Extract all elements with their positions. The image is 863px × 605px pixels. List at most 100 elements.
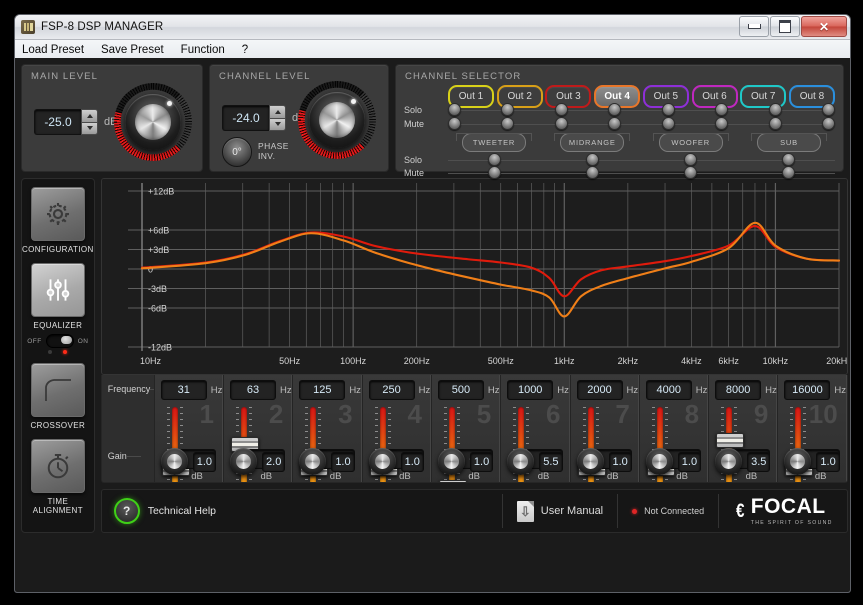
q-knob[interactable]	[230, 448, 258, 475]
q-value[interactable]: 1.0	[331, 451, 355, 472]
mute-button-out-7[interactable]	[768, 117, 782, 130]
mute-button-out-2[interactable]	[501, 117, 515, 130]
speaker-group-button-tweeter[interactable]: TWEETER	[462, 133, 526, 152]
minimize-button[interactable]	[739, 16, 769, 37]
q-control-9[interactable]: 3.5	[715, 448, 771, 475]
main-level-increment[interactable]	[81, 109, 98, 122]
q-knob[interactable]	[576, 448, 604, 475]
q-value[interactable]: 1.0	[816, 451, 840, 472]
time-alignment-button[interactable]	[30, 439, 85, 493]
menu-item-save-preset[interactable]: Save Preset	[101, 44, 164, 56]
q-value[interactable]: 3.5	[747, 451, 771, 472]
mute-button-out-3[interactable]	[554, 117, 568, 130]
q-knob[interactable]	[507, 448, 535, 475]
mute-button-midrange[interactable]	[585, 166, 599, 179]
menu-item-function[interactable]: Function	[181, 44, 225, 56]
frequency-value[interactable]: 125	[299, 380, 346, 400]
sidebar-item-crossover[interactable]: CROSSOVER	[30, 363, 85, 430]
q-control-8[interactable]: 1.0	[645, 448, 702, 475]
q-control-7[interactable]: 1.0	[576, 448, 632, 475]
q-control-1[interactable]: 1.0	[160, 448, 217, 475]
q-control-4[interactable]: 1.0	[368, 448, 424, 475]
frequency-value[interactable]: 4000	[645, 380, 692, 400]
frequency-control-7[interactable]: 2000 Hz	[576, 380, 638, 400]
solo-button-out-4[interactable]	[608, 103, 622, 116]
close-button[interactable]: ✕	[801, 16, 847, 37]
technical-help[interactable]: ? Technical Help	[106, 498, 216, 524]
main-level-stepper[interactable]: -25.0	[34, 109, 98, 135]
frequency-control-6[interactable]: 1000 Hz	[507, 380, 569, 400]
mute-button-out-6[interactable]	[715, 117, 729, 130]
main-level-value[interactable]: -25.0	[34, 109, 81, 135]
solo-button-tweeter[interactable]	[487, 153, 501, 166]
main-level-knob[interactable]	[114, 83, 192, 161]
crossover-button[interactable]	[30, 363, 85, 417]
frequency-value[interactable]: 250	[368, 380, 415, 400]
main-level-decrement[interactable]	[81, 121, 98, 135]
slider-handle[interactable]	[716, 432, 745, 448]
q-value[interactable]: 1.0	[608, 451, 632, 472]
frequency-response-graph[interactable]: +12dB +6dB +3dB 0 -3dB -6dB -12dB 10Hz 50Hz 100H…	[100, 178, 848, 375]
frequency-value[interactable]: 1000	[507, 380, 554, 400]
mute-button-out-8[interactable]	[821, 117, 835, 130]
frequency-control-1[interactable]: 31 Hz	[160, 380, 222, 400]
channel-level-value[interactable]: -24.0	[222, 105, 269, 131]
phase-invert-button[interactable]: 0°	[222, 137, 252, 167]
q-control-5[interactable]: 1.0	[437, 448, 494, 475]
q-value[interactable]: 1.0	[400, 451, 424, 472]
q-value[interactable]: 5.5	[539, 451, 563, 472]
speaker-group-button-woofer[interactable]: WOOFER	[658, 133, 723, 152]
frequency-value[interactable]: 63	[230, 380, 277, 400]
configuration-button[interactable]	[30, 187, 85, 241]
q-control-6[interactable]: 5.5	[507, 448, 563, 475]
mute-button-out-5[interactable]	[661, 117, 675, 130]
speaker-group-button-sub[interactable]: SUB	[756, 133, 821, 152]
q-knob[interactable]	[368, 448, 396, 475]
q-control-10[interactable]: 1.0	[784, 448, 840, 475]
solo-button-sub[interactable]	[782, 153, 796, 166]
q-knob[interactable]	[784, 448, 812, 475]
equalizer-power-toggle[interactable]: OFF ON	[27, 334, 88, 348]
mute-button-out-1[interactable]	[448, 117, 461, 130]
mute-button-out-4[interactable]	[608, 117, 622, 130]
frequency-control-10[interactable]: 16000 Hz	[784, 380, 846, 400]
q-control-3[interactable]: 1.0	[299, 448, 355, 475]
solo-button-out-3[interactable]	[554, 103, 568, 116]
q-value[interactable]: 2.0	[262, 451, 286, 472]
q-knob[interactable]	[299, 448, 327, 475]
toggle-switch[interactable]	[45, 334, 74, 348]
q-knob[interactable]	[160, 448, 188, 475]
q-knob[interactable]	[645, 448, 673, 475]
solo-button-out-2[interactable]	[501, 103, 515, 116]
channel-level-increment[interactable]	[269, 105, 286, 118]
frequency-value[interactable]: 2000	[576, 380, 623, 400]
q-value[interactable]: 1.0	[192, 451, 217, 472]
frequency-value[interactable]: 8000	[715, 380, 762, 400]
mute-button-tweeter[interactable]	[487, 166, 501, 179]
frequency-control-5[interactable]: 500 Hz	[437, 380, 500, 400]
q-value[interactable]: 1.0	[469, 451, 494, 472]
frequency-control-3[interactable]: 125 Hz	[299, 380, 361, 400]
q-control-2[interactable]: 2.0	[230, 448, 286, 475]
sidebar-item-time-alignment[interactable]: TIME ALIGNMENT	[22, 439, 94, 515]
frequency-control-8[interactable]: 4000 Hz	[645, 380, 707, 400]
sidebar-item-configuration[interactable]: CONFIGURATION	[22, 187, 94, 254]
frequency-control-9[interactable]: 8000 Hz	[715, 380, 777, 400]
solo-button-out-1[interactable]	[448, 103, 461, 116]
frequency-value[interactable]: 31	[160, 380, 207, 400]
q-knob[interactable]	[437, 448, 465, 475]
solo-button-out-8[interactable]	[821, 103, 835, 116]
phase-invert-control[interactable]: 0° PHASE INV.	[222, 137, 289, 167]
solo-button-midrange[interactable]	[585, 153, 599, 166]
channel-level-decrement[interactable]	[269, 117, 286, 131]
frequency-control-4[interactable]: 250 Hz	[368, 380, 430, 400]
speaker-group-button-midrange[interactable]: MIDRANGE	[560, 133, 625, 152]
solo-button-out-5[interactable]	[661, 103, 675, 116]
frequency-value[interactable]: 500	[437, 380, 484, 400]
solo-button-woofer[interactable]	[684, 153, 698, 166]
equalizer-button[interactable]	[30, 263, 85, 317]
user-manual-link[interactable]: ⇩ User Manual	[501, 494, 617, 528]
menu-item-load-preset[interactable]: Load Preset	[22, 44, 84, 56]
q-value[interactable]: 1.0	[677, 451, 702, 472]
sidebar-item-equalizer[interactable]: EQUALIZER OFF ON	[27, 263, 88, 354]
